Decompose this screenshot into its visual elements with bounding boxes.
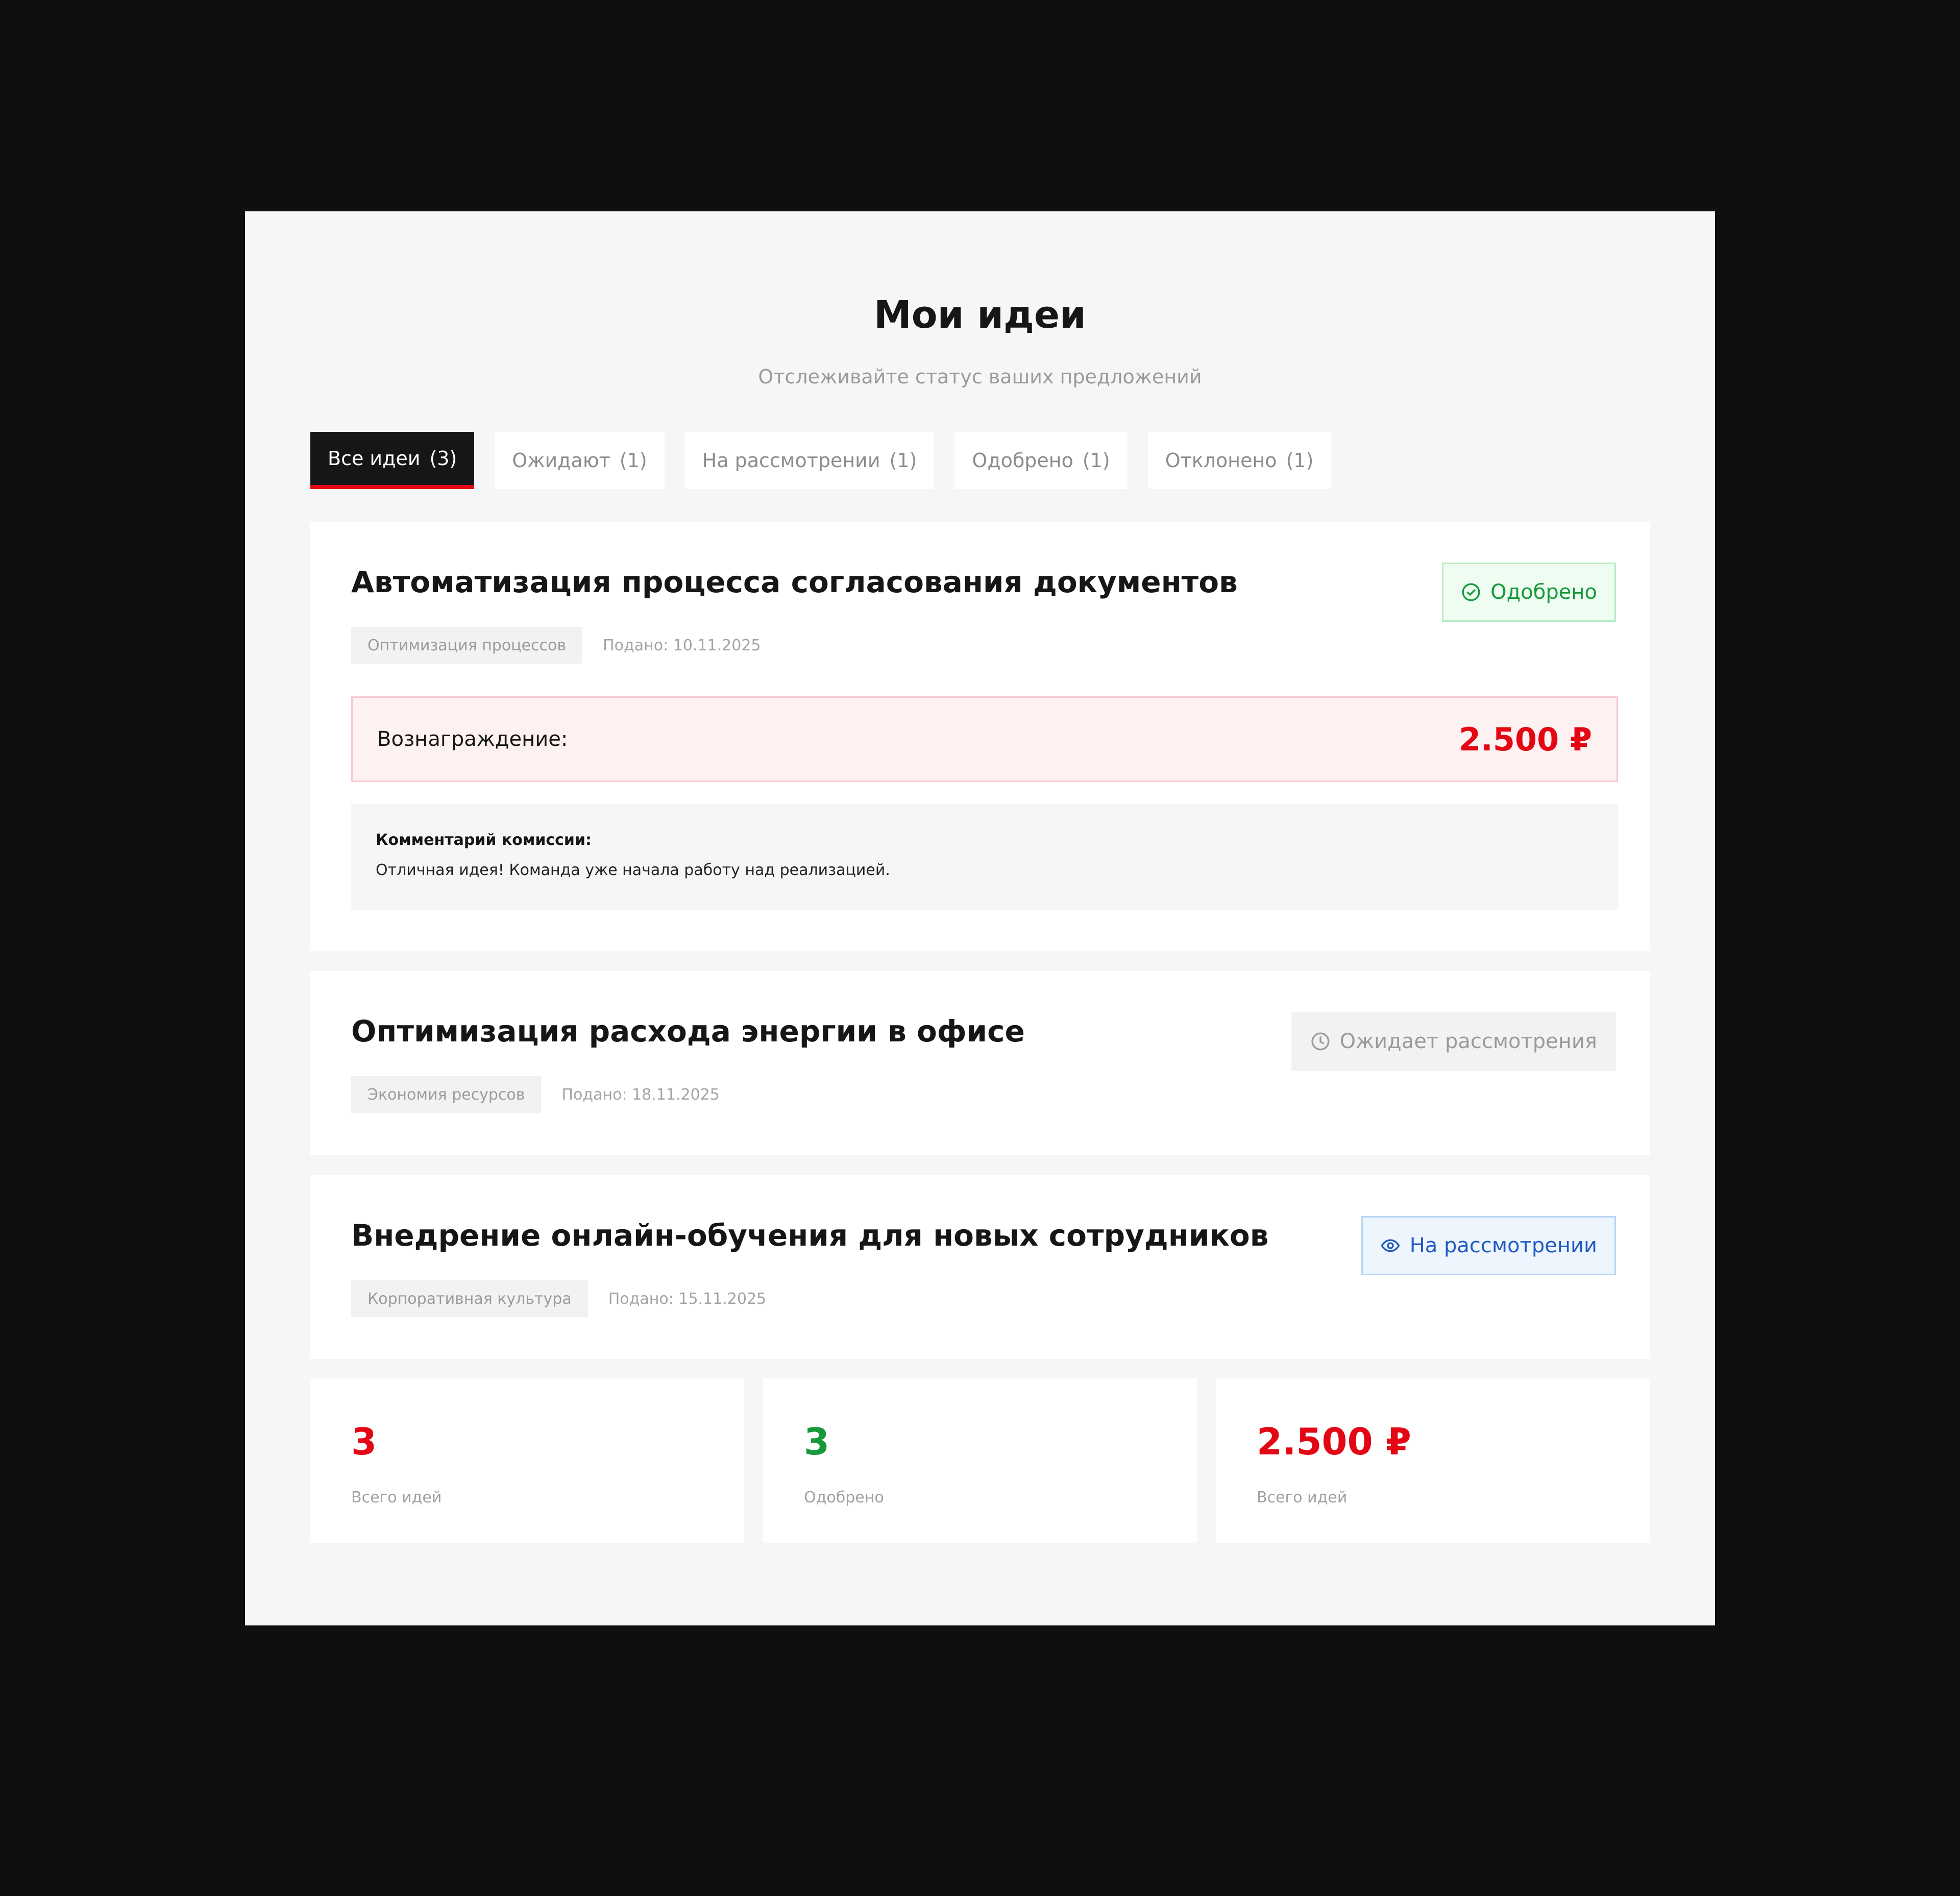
tab-label: Все идеи	[328, 447, 421, 470]
reward-box: Вознаграждение: 2.500 ₽	[351, 696, 1618, 782]
stat-value: 3	[804, 1420, 830, 1463]
check-circle-icon	[1462, 583, 1480, 601]
tab-count: (1)	[619, 449, 647, 472]
status-label: Одобрено	[1490, 580, 1597, 604]
stat-card-total: 3 Всего идей	[310, 1378, 744, 1543]
idea-title: Оптимизация расхода энергии в офисе	[351, 1014, 1025, 1049]
eye-icon	[1381, 1239, 1400, 1252]
idea-meta: Оптимизация процессов Подано: 10.11.2025	[351, 627, 761, 664]
clock-icon	[1311, 1032, 1330, 1051]
tab-count: (1)	[1082, 449, 1110, 472]
idea-card[interactable]: Оптимизация расхода энергии в офисе Экон…	[310, 971, 1650, 1155]
category-tag: Оптимизация процессов	[351, 627, 583, 664]
tab-pending[interactable]: Ожидают (1)	[495, 432, 665, 489]
idea-card[interactable]: Автоматизация процесса согласования доку…	[310, 522, 1650, 951]
tab-label: Одобрено	[972, 449, 1073, 472]
filter-tabs: Все идеи (3) Ожидают (1) На рассмотрении…	[310, 432, 1331, 489]
tab-rejected[interactable]: Отклонено (1)	[1147, 432, 1331, 489]
status-badge: На рассмотрении	[1361, 1216, 1616, 1275]
reward-label: Вознаграждение:	[377, 727, 568, 751]
status-badge: Ожидает рассмотрения	[1291, 1012, 1616, 1071]
tab-count: (1)	[889, 449, 917, 472]
stat-label: Всего идей	[351, 1489, 442, 1506]
stat-label: Одобрено	[804, 1489, 884, 1506]
tab-in-review[interactable]: На рассмотрении (1)	[684, 432, 935, 489]
comment-text: Отличная идея! Команда уже начала работу…	[376, 861, 890, 879]
tab-label: Отклонено	[1165, 449, 1277, 472]
status-badge: Одобрено	[1442, 563, 1616, 622]
tab-label: На рассмотрении	[702, 449, 880, 472]
submitted-date: Подано: 15.11.2025	[608, 1290, 767, 1308]
reward-value: 2.500 ₽	[1459, 720, 1592, 758]
idea-title: Автоматизация процесса согласования доку…	[351, 565, 1238, 599]
status-label: На рассмотрении	[1409, 1234, 1597, 1257]
ideas-panel: Мои идеи Отслеживайте статус ваших предл…	[245, 211, 1715, 1625]
category-tag: Корпоративная культура	[351, 1280, 588, 1317]
tab-count: (1)	[1286, 449, 1314, 472]
stat-value: 2.500 ₽	[1257, 1420, 1411, 1463]
commission-comment: Комментарий комиссии: Отличная идея! Ком…	[351, 804, 1618, 910]
submitted-date: Подано: 18.11.2025	[561, 1085, 720, 1104]
stat-card-approved: 3 Одобрено	[763, 1378, 1197, 1543]
idea-meta: Экономия ресурсов Подано: 18.11.2025	[351, 1076, 720, 1113]
idea-card[interactable]: Внедрение онлайн-обучения для новых сотр…	[310, 1175, 1650, 1359]
stat-value: 3	[351, 1420, 377, 1463]
submitted-date: Подано: 10.11.2025	[603, 636, 761, 654]
status-label: Ожидает рассмотрения	[1339, 1030, 1597, 1053]
idea-title: Внедрение онлайн-обучения для новых сотр…	[351, 1218, 1269, 1253]
tab-all[interactable]: Все идеи (3)	[310, 432, 475, 489]
tab-approved[interactable]: Одобрено (1)	[954, 432, 1128, 489]
idea-meta: Корпоративная культура Подано: 15.11.202…	[351, 1280, 766, 1317]
page-subtitle: Отслеживайте статус ваших предложений	[758, 366, 1202, 388]
stat-label: Всего идей	[1257, 1489, 1348, 1506]
tab-count: (3)	[429, 447, 457, 470]
comment-label: Комментарий комиссии:	[376, 831, 592, 849]
tab-label: Ожидают	[512, 449, 610, 472]
stat-card-reward: 2.500 ₽ Всего идей	[1216, 1378, 1650, 1543]
category-tag: Экономия ресурсов	[351, 1076, 542, 1113]
page-title: Мои идеи	[874, 293, 1086, 337]
